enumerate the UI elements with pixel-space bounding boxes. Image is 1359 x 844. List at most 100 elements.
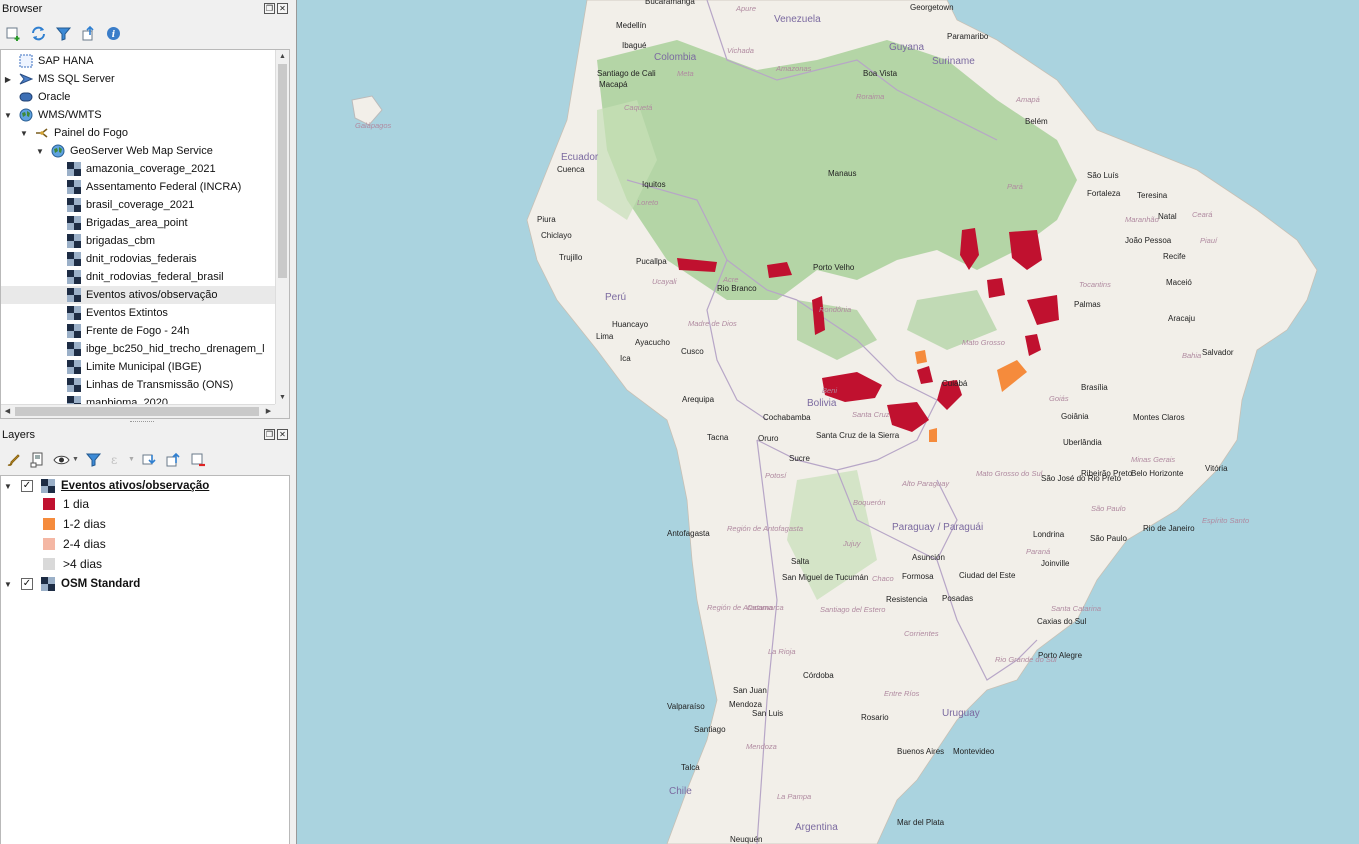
browser-item[interactable]: dnit_rodovias_federal_brasil bbox=[1, 268, 277, 286]
expanded-arrow-icon[interactable]: ▼ bbox=[19, 128, 29, 138]
collapse-all-layers-button[interactable] bbox=[164, 450, 183, 469]
city-label: São José do Rio Preto bbox=[1041, 474, 1122, 483]
map-canvas[interactable]: Venezuela Guyana Suriname Colombia Ecuad… bbox=[296, 0, 1359, 844]
style-layer-button[interactable] bbox=[4, 450, 23, 469]
close-layers-panel-button[interactable]: ✕ bbox=[277, 429, 288, 440]
layer-row-osm-standard[interactable]: ▼ ✓ OSM Standard bbox=[1, 574, 289, 594]
properties-button[interactable]: i bbox=[104, 24, 123, 43]
browser-item[interactable]: ▼ Painel do Fogo bbox=[1, 124, 277, 142]
filter-by-expression-button[interactable]: ε bbox=[108, 450, 127, 469]
state-label: Amazonas bbox=[775, 64, 812, 73]
raster-layer-icon bbox=[67, 162, 81, 176]
add-group-button[interactable] bbox=[28, 450, 47, 469]
svg-text:ε: ε bbox=[111, 453, 117, 467]
browser-item[interactable]: Eventos ativos/observação bbox=[1, 286, 277, 304]
browser-item-label: Limite Municipal (IBGE) bbox=[86, 361, 202, 373]
browser-item-label: dnit_rodovias_federais bbox=[86, 253, 197, 265]
browser-item-label: dnit_rodovias_federal_brasil bbox=[86, 271, 224, 283]
scrollbar-thumb[interactable] bbox=[278, 64, 287, 278]
city-label: Cochabamba bbox=[763, 413, 811, 422]
scroll-up-arrow-icon[interactable]: ▲ bbox=[276, 50, 289, 63]
browser-item[interactable]: Oracle bbox=[1, 88, 277, 106]
remove-layer-button[interactable] bbox=[188, 450, 207, 469]
float-layers-panel-button[interactable]: ❐ bbox=[264, 429, 275, 440]
scroll-left-arrow-icon[interactable]: ◀ bbox=[1, 405, 14, 418]
panel-splitter-handle[interactable] bbox=[130, 421, 154, 424]
float-panel-button[interactable]: ❐ bbox=[264, 3, 275, 14]
expanded-arrow-icon[interactable]: ▼ bbox=[35, 146, 45, 156]
city-label: Cuiabá bbox=[942, 379, 968, 388]
collapse-arrow-icon[interactable]: ▼ bbox=[3, 579, 13, 589]
browser-item[interactable]: ▼ WMS/WMTS bbox=[1, 106, 277, 124]
filter-legend-button[interactable] bbox=[84, 450, 103, 469]
city-label: Montevideo bbox=[953, 747, 995, 756]
basemap: Venezuela Guyana Suriname Colombia Ecuad… bbox=[351, 0, 1318, 844]
legend-label: >4 dias bbox=[63, 557, 103, 571]
filter-browser-button[interactable] bbox=[54, 24, 73, 43]
layer-visibility-checkbox[interactable]: ✓ bbox=[21, 480, 33, 492]
layers-panel-title: Layers bbox=[2, 429, 36, 441]
browser-item[interactable]: Brigadas_area_point bbox=[1, 214, 277, 232]
info-icon: i bbox=[107, 26, 120, 40]
city-label: Porto Velho bbox=[813, 263, 855, 272]
visibility-dropdown-arrow-icon[interactable]: ▼ bbox=[72, 456, 79, 463]
browser-item[interactable]: Limite Municipal (IBGE) bbox=[1, 358, 277, 376]
legend-item: >4 dias bbox=[1, 554, 289, 574]
scroll-right-arrow-icon[interactable]: ▶ bbox=[262, 405, 275, 418]
browser-item[interactable]: Linhas de Transmissão (ONS) bbox=[1, 376, 277, 394]
browser-vertical-scrollbar[interactable]: ▲ ▼ bbox=[275, 50, 289, 405]
browser-item[interactable]: Assentamento Federal (INCRA) bbox=[1, 178, 277, 196]
manage-visibility-button[interactable] bbox=[52, 450, 71, 469]
collapse-all-button[interactable] bbox=[79, 24, 98, 43]
add-layer-icon bbox=[6, 27, 20, 41]
layer-visibility-checkbox[interactable]: ✓ bbox=[21, 578, 33, 590]
layer-row-eventos-ativos[interactable]: ▼ ✓ Eventos ativos/observação bbox=[1, 476, 289, 496]
browser-item-label: brigadas_cbm bbox=[86, 235, 156, 247]
browser-item[interactable]: Frente de Fogo - 24h bbox=[1, 322, 277, 340]
raster-layer-icon bbox=[67, 216, 81, 230]
state-label: Mato Grosso bbox=[962, 338, 1005, 347]
close-panel-button[interactable]: ✕ bbox=[277, 3, 288, 14]
left-dock: Browser ❐ ✕ i SAP HANA ▶ MS SQL Server Orac… bbox=[0, 0, 292, 844]
city-label: Resistencia bbox=[886, 595, 928, 604]
browser-item[interactable]: Eventos Extintos bbox=[1, 304, 277, 322]
raster-layer-icon bbox=[67, 360, 81, 374]
browser-item[interactable]: dnit_rodovias_federais bbox=[1, 250, 277, 268]
state-label: Beni bbox=[822, 386, 837, 395]
city-label: Cuenca bbox=[557, 165, 585, 174]
refresh-button[interactable] bbox=[29, 24, 48, 43]
expanded-arrow-icon[interactable]: ▼ bbox=[3, 110, 13, 120]
add-selected-layers-button[interactable] bbox=[4, 24, 23, 43]
state-label: Tocantins bbox=[1079, 280, 1111, 289]
legend-swatch bbox=[43, 518, 55, 530]
city-label: Iquitos bbox=[642, 180, 666, 189]
state-label: Caquetá bbox=[624, 103, 652, 112]
scroll-down-arrow-icon[interactable]: ▼ bbox=[276, 391, 289, 404]
browser-item[interactable]: ▼ GeoServer Web Map Service bbox=[1, 142, 277, 160]
state-label: Santa Cruz bbox=[852, 410, 890, 419]
browser-item[interactable]: ▶ MS SQL Server bbox=[1, 70, 277, 88]
state-label: La Pampa bbox=[777, 792, 811, 801]
raster-layer-icon bbox=[67, 306, 81, 320]
browser-item[interactable]: ibge_bc250_hid_trecho_drenagem_l bbox=[1, 340, 277, 358]
expression-dropdown-arrow-icon[interactable]: ▼ bbox=[128, 456, 135, 463]
city-label: Recife bbox=[1163, 252, 1186, 261]
horizontal-scrollbar-thumb[interactable] bbox=[15, 407, 259, 416]
state-label: Galápagos bbox=[355, 121, 392, 130]
browser-item-label: WMS/WMTS bbox=[38, 109, 102, 121]
collapse-arrow-icon[interactable]: ▼ bbox=[3, 481, 13, 491]
city-label: Sucre bbox=[789, 454, 810, 463]
city-label: Asunción bbox=[912, 553, 945, 562]
collapsed-arrow-icon[interactable]: ▶ bbox=[3, 74, 13, 84]
city-label: Paramaribo bbox=[947, 32, 989, 41]
browser-item[interactable]: brasil_coverage_2021 bbox=[1, 196, 277, 214]
browser-horizontal-scrollbar[interactable]: ◀ ▶ bbox=[1, 404, 276, 418]
browser-item[interactable]: SAP HANA bbox=[1, 52, 277, 70]
expand-all-button[interactable] bbox=[140, 450, 159, 469]
layer-name: OSM Standard bbox=[61, 578, 141, 590]
city-label: Pucallpa bbox=[636, 257, 667, 266]
browser-item[interactable]: amazonia_coverage_2021 bbox=[1, 160, 277, 178]
city-label: Rosario bbox=[861, 713, 889, 722]
browser-item[interactable]: brigadas_cbm bbox=[1, 232, 277, 250]
city-label: Joinville bbox=[1041, 559, 1070, 568]
